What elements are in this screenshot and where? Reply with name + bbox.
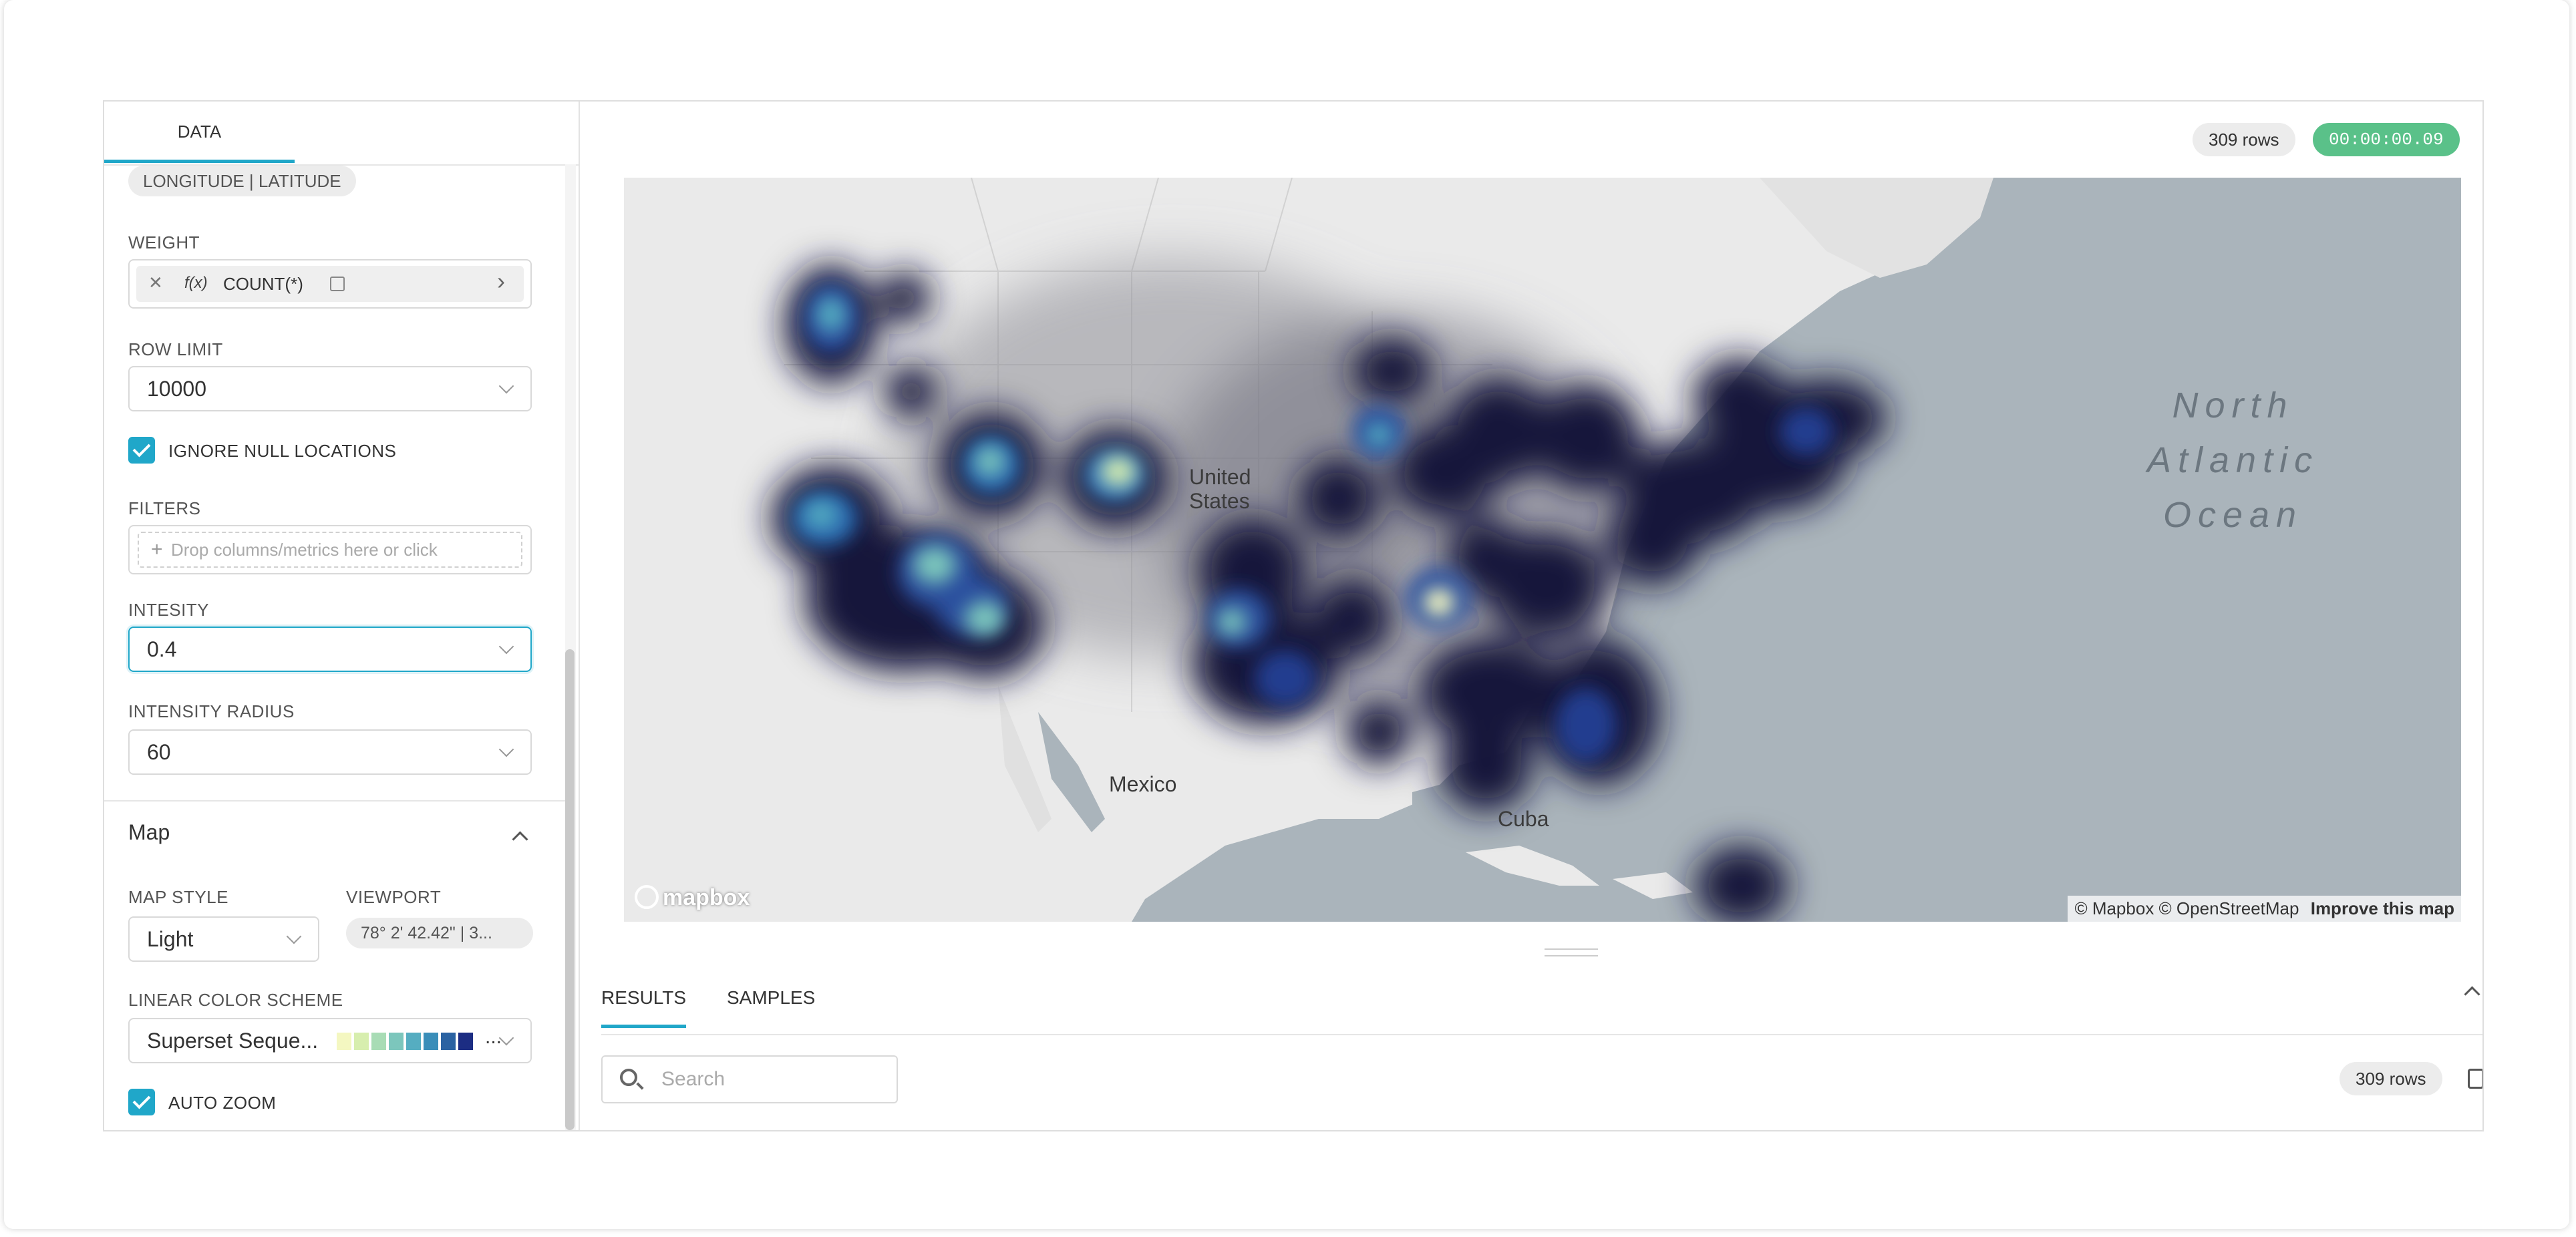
row-limit-select[interactable]: 10000 [128,366,532,411]
search-input[interactable]: Search [601,1055,898,1103]
ignore-null-label: IGNORE NULL LOCATIONS [168,441,397,461]
chevron-down-icon [286,928,302,944]
chevron-right-icon[interactable]: › [497,267,505,295]
cuba [1466,846,1599,886]
chevron-down-icon [498,741,514,757]
spatial-column-pill[interactable]: LONGITUDE | LATITUDE [128,166,356,196]
intensity-radius-label: INTENSITY RADIUS [128,701,295,721]
search-icon [620,1069,637,1086]
chevron-up-icon[interactable] [512,831,528,848]
map-attribution: © Mapbox © OpenStreetMap Improve this ma… [2068,896,2461,922]
mapbox-logo[interactable]: mapbox [635,885,750,911]
auto-zoom-checkbox[interactable] [128,1089,155,1115]
tab-data[interactable]: DATA [104,102,295,163]
control-tabs: DATA [104,102,579,166]
intensity-value: 0.4 [147,637,177,661]
ignore-null-checkbox[interactable] [128,437,155,464]
filters-label: FILTERS [128,498,201,518]
auto-zoom-label: AUTO ZOOM [168,1093,277,1113]
intensity-select[interactable]: 0.4 [128,627,532,672]
explore-view: DATA LONGITUDE | LATITUDE WEIGHT ✕ f(x) … [103,100,2484,1131]
color-scheme-label: LINEAR COLOR SCHEME [128,990,343,1010]
chevron-down-icon [498,639,514,655]
label-ocean: North Atlantic Ocean [2147,378,2319,542]
window-frame: DATA LONGITUDE | LATITUDE WEIGHT ✕ f(x) … [4,0,2569,1229]
query-time-badge: 00:00:00.09 [2313,123,2460,156]
results-row-count: 309 rows [2340,1062,2442,1095]
color-swatch [389,1033,404,1050]
color-scheme-swatches [337,1033,476,1050]
section-divider [104,800,565,802]
map-style-label: MAP STYLE [128,887,228,907]
label-ocean-line-1: North [2172,385,2294,425]
heatmap-map[interactable]: United States Mexico Cuba North Atlantic… [624,178,2461,922]
chevron-down-icon [498,378,514,394]
label-cuba: Cuba [1498,807,1549,831]
filters-placeholder: Drop columns/metrics here or click [171,540,438,560]
remove-icon[interactable]: ✕ [148,273,163,293]
row-limit-value: 10000 [147,377,206,401]
viewport-label: VIEWPORT [346,887,442,907]
row-count-badge: 309 rows [2193,123,2295,156]
calculator-icon [330,277,345,291]
plus-icon: + [151,538,163,560]
intensity-radius-select[interactable]: 60 [128,729,532,775]
panel-scrollbar-thumb[interactable] [565,649,575,1130]
color-scheme-value: Superset Seque... [147,1029,319,1053]
search-placeholder: Search [661,1068,726,1090]
color-scheme-select[interactable]: Superset Seque... ... [128,1018,532,1063]
label-ocean-line-2: Atlantic [2147,440,2319,480]
map-section-title[interactable]: Map [128,820,170,845]
mapbox-icon [635,885,659,909]
label-united: United [1189,465,1251,489]
label-mexico: Mexico [1109,772,1177,796]
tab-results[interactable]: RESULTS [601,987,687,1028]
copy-icon[interactable] [2468,1069,2482,1089]
hispaniola [1613,872,1693,899]
weight-field[interactable]: ✕ f(x) COUNT(*) › [128,259,532,309]
tab-samples[interactable]: SAMPLES [727,987,815,1009]
metric-chip[interactable]: ✕ f(x) COUNT(*) › [136,266,524,302]
function-icon: f(x) [184,274,208,292]
map-style-value: Light [147,927,194,951]
row-limit-label: ROW LIMIT [128,339,223,359]
control-panel: DATA LONGITUDE | LATITUDE WEIGHT ✕ f(x) … [104,102,580,1130]
map-style-select[interactable]: Light [128,916,319,962]
intensity-label: INTESITY [128,600,210,620]
metric-label: COUNT(*) [223,274,303,294]
resize-handle[interactable] [1545,948,1598,956]
color-swatch [424,1033,438,1050]
attribution-text[interactable]: © Mapbox © OpenStreetMap [2074,898,2299,918]
label-ocean-line-3: Ocean [2162,495,2303,535]
filters-field[interactable]: + Drop columns/metrics here or click [128,525,532,574]
color-swatch [337,1033,351,1050]
color-swatch [458,1033,473,1050]
color-swatch [371,1033,386,1050]
weight-label: WEIGHT [128,232,200,252]
intensity-radius-value: 60 [147,740,171,764]
color-swatch [354,1033,369,1050]
color-swatch [406,1033,421,1050]
filters-dropzone[interactable]: + Drop columns/metrics here or click [138,532,522,568]
label-states: States [1189,489,1250,513]
color-swatch [441,1033,456,1050]
mapbox-logo-text: mapbox [663,885,750,910]
improve-map-link[interactable]: Improve this map [2311,898,2454,918]
data-tabs: RESULTS SAMPLES [601,970,2482,1035]
viewport-pill[interactable]: 78° 2' 42.42" | 3... [346,918,533,948]
